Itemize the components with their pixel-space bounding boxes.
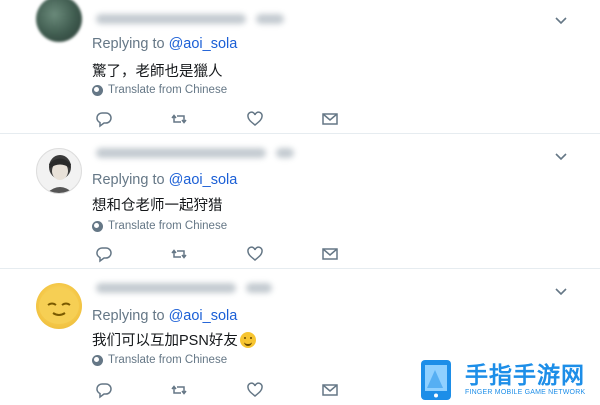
blurred-timestamp (276, 148, 294, 158)
reply-handle-link[interactable]: @aoi_sola (169, 172, 238, 188)
globe-icon (92, 354, 103, 366)
globe-icon (92, 84, 103, 96)
envelope-icon[interactable] (321, 110, 339, 128)
tweet-text-content: 我们可以互加PSN好友 (92, 333, 238, 349)
reply-handle-link[interactable]: @aoi_sola (169, 36, 238, 52)
watermark-text: 手指手游网 FINGER MOBILE GAME NETWORK (465, 362, 585, 398)
replying-to: Replying to @aoi_sola (92, 172, 237, 188)
tweet-reply-2[interactable]: Replying to @aoi_sola 想和仓老师一起狩猎 Translat… (0, 134, 600, 269)
replying-to-label: Replying to (92, 36, 165, 52)
retweet-icon[interactable] (170, 381, 188, 399)
envelope-icon[interactable] (321, 381, 339, 399)
tweet-actions (92, 110, 342, 130)
retweet-icon[interactable] (170, 245, 188, 263)
blurred-username (96, 283, 236, 293)
envelope-icon[interactable] (321, 245, 339, 263)
reply-handle-link[interactable]: @aoi_sola (169, 308, 238, 324)
translate-link[interactable]: Translate from Chinese (92, 220, 227, 232)
tweet-actions (92, 245, 342, 265)
watermark-logo-text: 手指手游网 (465, 362, 585, 388)
tweet-reply-1[interactable]: Replying to @aoi_sola 驚了，老師也是獵人 Translat… (0, 0, 600, 134)
reply-icon[interactable] (95, 110, 113, 128)
blurred-username (96, 148, 266, 158)
replying-to: Replying to @aoi_sola (92, 308, 237, 324)
tweet-text: 想和仓老师一起狩猎 (92, 198, 223, 214)
avatar[interactable] (36, 283, 82, 329)
chevron-down-icon[interactable] (554, 285, 568, 299)
globe-icon (92, 220, 103, 232)
replying-to: Replying to @aoi_sola (92, 36, 237, 52)
heart-icon[interactable] (246, 245, 264, 263)
replying-to-label: Replying to (92, 172, 165, 188)
replying-to-label: Replying to (92, 308, 165, 324)
translate-label: Translate from Chinese (108, 354, 228, 366)
heart-icon[interactable] (246, 110, 264, 128)
translate-label: Translate from Chinese (108, 84, 228, 96)
translate-label: Translate from Chinese (108, 220, 228, 232)
tweet-text: 我们可以互加PSN好友 (92, 329, 256, 350)
chevron-down-icon[interactable] (554, 150, 568, 164)
blurred-timestamp (246, 283, 272, 293)
reply-icon[interactable] (95, 245, 113, 263)
avatar[interactable] (36, 0, 82, 42)
site-watermark: 手指手游网 FINGER MOBILE GAME NETWORK (412, 355, 600, 405)
phone-logo-icon (415, 358, 459, 402)
chevron-down-icon[interactable] (554, 14, 568, 28)
avatar[interactable] (36, 148, 82, 194)
blurred-username (96, 14, 246, 24)
retweet-icon[interactable] (170, 110, 188, 128)
reply-icon[interactable] (95, 381, 113, 399)
heart-icon[interactable] (246, 381, 264, 399)
translate-link[interactable]: Translate from Chinese (92, 84, 227, 96)
tweet-text: 驚了，老師也是獵人 (92, 64, 223, 80)
watermark-tagline: FINGER MOBILE GAME NETWORK (465, 389, 586, 396)
blurred-timestamp (256, 14, 284, 24)
tweet-actions (92, 381, 342, 401)
translate-link[interactable]: Translate from Chinese (92, 354, 227, 366)
winking-face-emoji (239, 332, 256, 348)
